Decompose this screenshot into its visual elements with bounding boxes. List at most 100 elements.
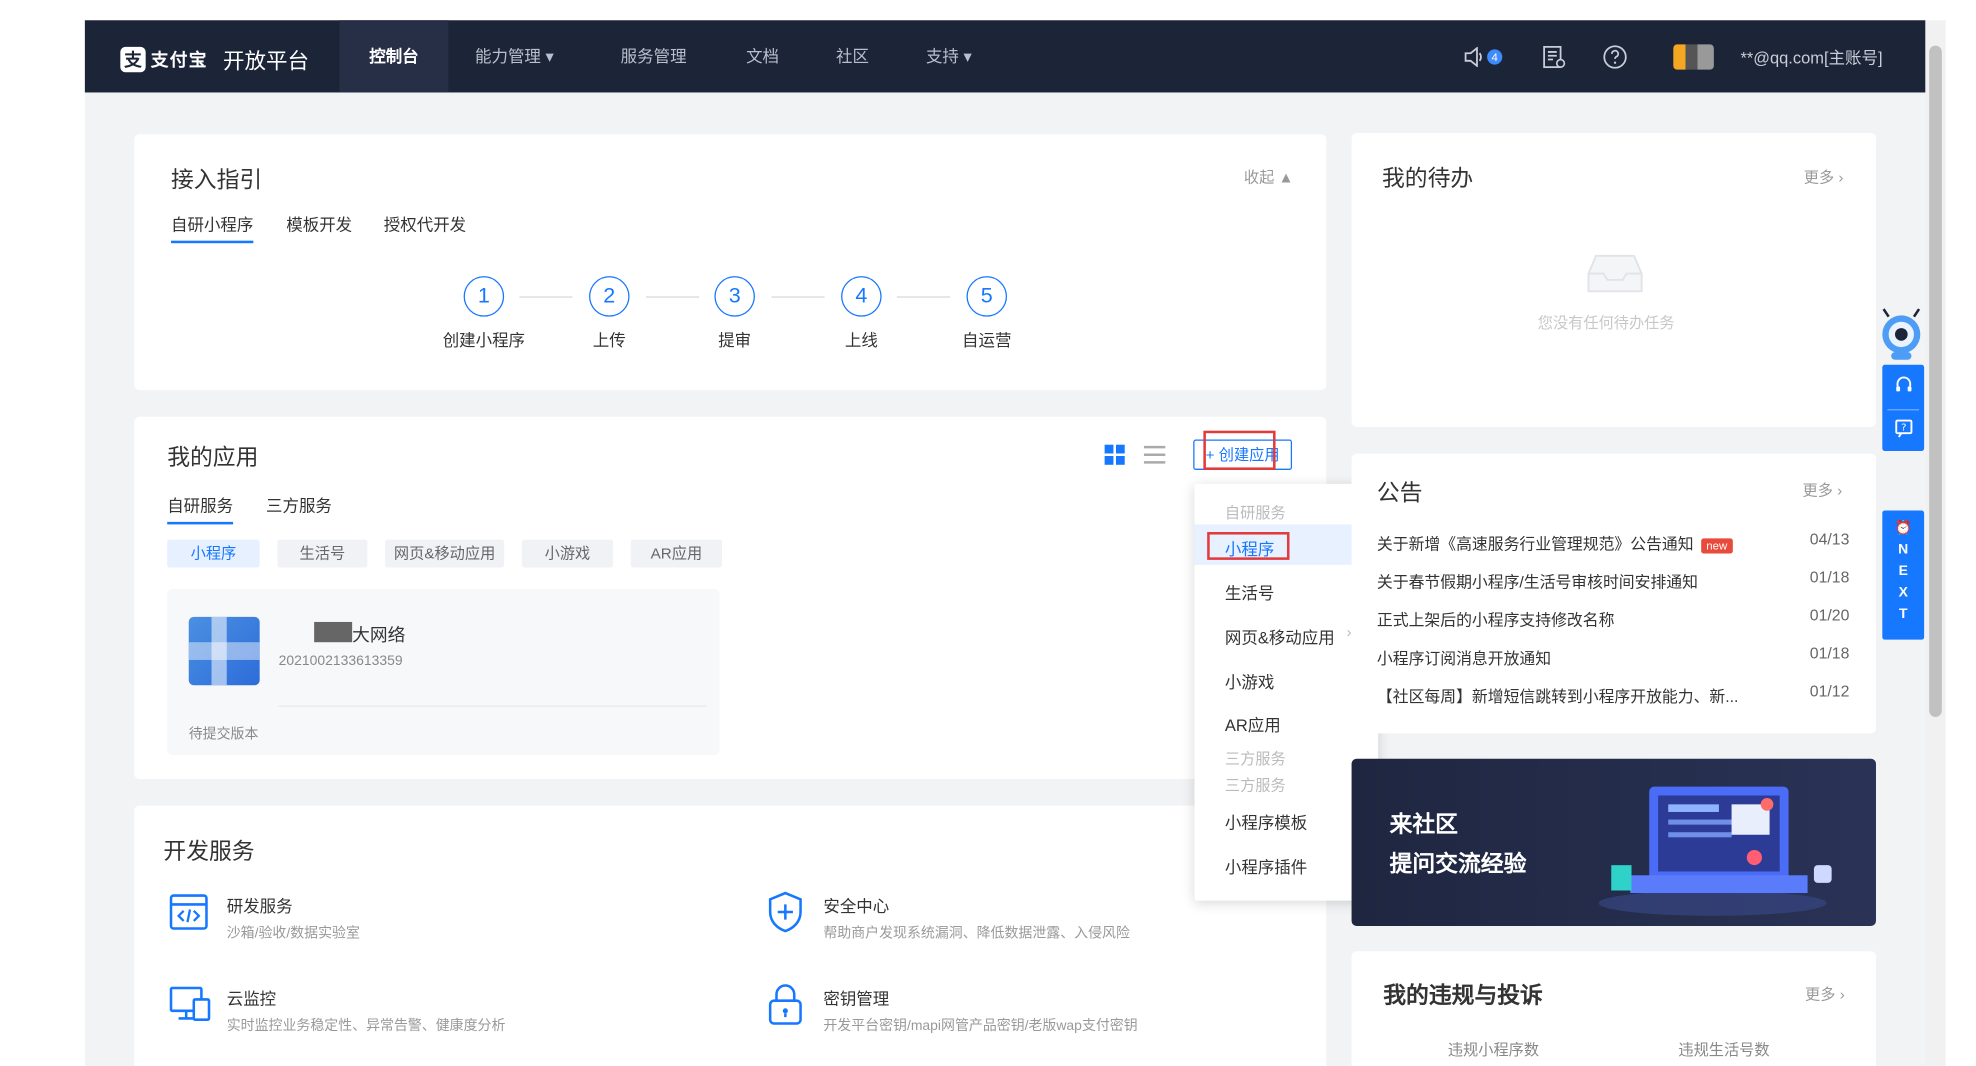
notice-more-link[interactable]: 更多 › (1803, 479, 1843, 501)
dropdown-item-web-mobile[interactable]: 网页&移动应用 (1225, 624, 1335, 648)
community-banner[interactable]: 来社区 提问交流经验 (1351, 758, 1876, 926)
dropdown-group-self: 自研服务 (1224, 504, 1286, 522)
list-view-icon[interactable] (1143, 445, 1166, 465)
notice-text: 【社区每周】新增短信跳转到小程序开放能力、新... (1376, 687, 1739, 706)
violations-more-link[interactable]: 更多 › (1805, 983, 1845, 1005)
service-key-management[interactable]: 密钥管理 (823, 985, 889, 1009)
todo-more-link[interactable]: 更多 › (1804, 166, 1844, 188)
dropdown-group-third-party-repeat: 三方服务 (1224, 776, 1286, 795)
top-navbar: 支 支付宝 开放平台 控制台 能力管理 ▾ 服务管理 文档 社区 支持 ▾ 4 … (84, 20, 1926, 93)
service-cloud-monitor[interactable]: 云监控 (227, 985, 276, 1009)
notice-item[interactable]: 关于新增《高速服务行业管理规范》公告通知 new 04/13 (1377, 531, 1849, 555)
user-avatar[interactable] (1673, 20, 1714, 92)
dev-services-title: 开发服务 (163, 838, 255, 864)
step-label: 上传 (592, 330, 626, 350)
caret-down-icon: ▾ (963, 46, 972, 66)
app-name: 大网络 (352, 624, 406, 645)
dropdown-item-template[interactable]: 小程序模板 (1225, 809, 1307, 833)
dropdown-item-plugin[interactable]: 小程序插件 (1225, 854, 1307, 878)
app-status: 待提交版本 (188, 727, 259, 743)
step-operate[interactable]: 5 自运营 (936, 276, 1037, 351)
chip-miniapp[interactable]: 小程序 (167, 539, 260, 568)
workorder-button[interactable] (1542, 20, 1567, 92)
apps-tab-self[interactable]: 自研服务 (167, 493, 234, 525)
notice-text: 关于新增《高速服务行业管理规范》公告通知 (1376, 535, 1694, 554)
banner-line2: 提问交流经验 (1389, 851, 1527, 877)
avatar (1673, 43, 1714, 70)
feedback-icon[interactable]: ? (1893, 418, 1913, 438)
step-launch[interactable]: 4 上线 (811, 276, 912, 351)
step-create[interactable]: 1 创建小程序 (433, 276, 534, 351)
next-button[interactable]: ⏰ N E X T (1882, 510, 1925, 640)
scrollbar[interactable] (1925, 20, 1946, 1066)
chip-web-mobile[interactable]: 网页&移动应用 (385, 539, 505, 568)
step-upload[interactable]: 2 上传 (559, 276, 660, 351)
nav-service-management[interactable]: 服务管理 (621, 20, 687, 92)
nav-capability[interactable]: 能力管理 ▾ (475, 20, 554, 92)
guide-tab-template[interactable]: 模板开发 (286, 212, 352, 236)
service-security[interactable]: 安全中心 (823, 893, 889, 917)
todo-title: 我的待办 (1381, 165, 1474, 192)
violation-lifeno-count: 违规生活号数 (1678, 1041, 1770, 1059)
nav-support-label: 支持 (925, 46, 959, 66)
empty-inbox-icon (1587, 254, 1643, 293)
nav-docs[interactable]: 文档 (746, 20, 779, 92)
next-letter: T (1898, 606, 1908, 622)
notice-date: 01/18 (1809, 568, 1850, 587)
guide-tab-self[interactable]: 自研小程序 (171, 212, 254, 244)
dropdown-item-ar[interactable]: AR应用 (1225, 712, 1281, 736)
guide-tab-authorized[interactable]: 授权代开发 (384, 212, 466, 236)
notice-date: 01/12 (1809, 682, 1850, 701)
service-security-desc: 帮助商户发现系统漏洞、降低数据泄露、入侵风险 (823, 925, 1130, 942)
help-button[interactable] (1602, 20, 1627, 92)
logo[interactable]: 支 支付宝 开放平台 (120, 43, 309, 75)
chip-minigame[interactable]: 小游戏 (521, 539, 614, 568)
apps-tab-third-party[interactable]: 三方服务 (266, 493, 332, 517)
todo-empty-text: 您没有任何待办任务 (1537, 314, 1675, 332)
caret-up-icon: ▲ (1278, 168, 1294, 187)
logo-brand: 支付宝 (150, 48, 208, 70)
alipay-logo-icon: 支 (120, 46, 146, 72)
step-label: 自运营 (962, 330, 1012, 350)
message-count-badge: 4 (1487, 48, 1503, 64)
caret-down-icon: ▾ (545, 46, 554, 66)
apps-title: 我的应用 (167, 444, 259, 470)
nav-support[interactable]: 支持 ▾ (926, 20, 972, 92)
divider (278, 705, 707, 707)
app-id: 2021002133613359 (278, 653, 403, 669)
redacted-name-block (314, 621, 353, 643)
bell-icon: ⏰ (1894, 520, 1912, 536)
top-strip (0, 0, 1976, 21)
message-button[interactable]: 4 (1463, 20, 1503, 92)
notice-date: 01/20 (1809, 606, 1850, 625)
collapse-button[interactable]: 收起 ▲ (1244, 166, 1294, 188)
account-menu[interactable]: **@qq.com[主账号] (1740, 20, 1882, 92)
todo-more-label: 更多 (1803, 168, 1835, 187)
divider (1887, 409, 1920, 411)
notice-date: 01/18 (1809, 644, 1850, 663)
headset-icon[interactable] (1893, 375, 1913, 395)
notice-item[interactable]: 【社区每周】新增短信跳转到小程序开放能力、新... 01/12 (1377, 683, 1849, 707)
dropdown-item-minigame[interactable]: 小游戏 (1225, 669, 1274, 693)
community-illustration (1598, 786, 1832, 916)
nav-console[interactable]: 控制台 (339, 20, 449, 93)
customer-service-panel: ? (1882, 364, 1925, 451)
chip-ar[interactable]: AR应用 (630, 539, 723, 568)
app-card[interactable]: 大网络 2021002133613359 待提交版本 (167, 589, 720, 755)
step-review[interactable]: 3 提审 (684, 276, 785, 351)
nav-community[interactable]: 社区 (836, 20, 869, 92)
notice-item[interactable]: 小程序订阅消息开放通知 01/18 (1377, 645, 1849, 669)
notice-item[interactable]: 正式上架后的小程序支持修改名称 01/20 (1377, 607, 1849, 631)
robot-assistant-icon[interactable] (1876, 304, 1927, 365)
grid-view-icon[interactable] (1104, 444, 1125, 465)
notice-item[interactable]: 关于春节假期小程序/生活号审核时间安排通知 01/18 (1377, 569, 1849, 593)
scrollbar-thumb[interactable] (1929, 45, 1942, 717)
app-icon (188, 616, 260, 686)
dropdown-item-lifeno[interactable]: 生活号 (1225, 580, 1274, 604)
next-letter: E (1898, 563, 1908, 579)
step-number: 3 (714, 276, 755, 317)
service-rd[interactable]: 研发服务 (227, 893, 293, 917)
chip-lifeno[interactable]: 生活号 (277, 539, 368, 568)
chevron-right-icon: › (1838, 168, 1844, 187)
help-icon (1603, 44, 1627, 69)
